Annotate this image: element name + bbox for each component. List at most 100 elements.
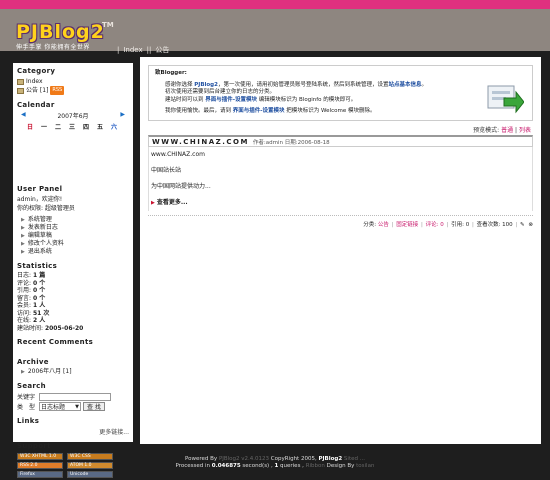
weekday-fri: 五 [96,124,103,131]
weekday-mon: 一 [40,124,47,131]
top-nav: | Index || 公告 [117,46,170,54]
search-title: Search [17,382,46,390]
arrow-icon: ▶ [21,369,25,375]
welcome-line-3: 建站时间可以到 界面与插件-设置模块 编辑模块标识为 Bloginfo 的模块即… [165,96,357,103]
post-header: WWW.CHINAZ.COM 作者:admin 日期:2006-08-18 [148,135,533,147]
arrow-icon: ▶ [151,200,155,206]
delete-icon[interactable]: ⊗ [528,222,533,228]
main-content: 致Blogger: 感谢你选择 PJBlog2，第一次使用，请用初始管理员账号登… [140,57,541,444]
logo-tm: TM [102,21,114,29]
support-title: Support [17,442,51,450]
views-count: 查看次数: 100 [476,222,513,228]
archive-item[interactable]: ▶ 2006年八月 [1] [17,368,129,376]
stat-row: 评论: 0 个 [17,279,46,287]
weekday-tue: 二 [54,124,61,131]
arrow-icon: ▶ [21,233,25,239]
weekday-wed: 三 [68,124,75,131]
logo-text: PJBlog2 [16,21,105,43]
post-meta: 作者:admin 日期:2006-08-18 [252,139,330,146]
mail-arrow-icon [487,85,524,114]
arrow-icon: ▶ [21,217,25,223]
stat-row: 建站时间: 2005-06-20 [17,324,84,332]
archive-title: Archive [17,358,49,366]
post-body: www.CHINAZ.com 中国站长站 为中国网站提供动力... ▶ 查看更多.… [148,147,533,211]
category-title: Category [17,67,56,75]
post-line: 为中国网站提供动力... [151,183,211,190]
permalink[interactable]: 固定链接 [396,222,418,228]
calendar-weekdays: 日 一 二 三 四 五 六 [17,122,129,131]
post-title[interactable]: WWW.CHINAZ.COM [152,138,249,146]
folder-icon [17,78,24,85]
calendar-grid [17,131,129,179]
calendar-header: ◀ 2007年6月 ▶ [17,111,129,120]
footer-line-1: Powered By PJBlog2 v2.4.0123 CopyRight 2… [185,456,365,462]
blog-post: WWW.CHINAZ.COM 作者:admin 日期:2006-08-18 ww… [148,135,533,285]
calendar-title: Calendar [17,101,55,109]
edit-icon[interactable]: ✎ [520,222,525,228]
menu-logout[interactable]: ▶ 退出系统 [17,248,129,256]
calendar-month: 2007年6月 [57,113,89,120]
stat-row: 引用: 0 个 [17,287,46,294]
view-mode-normal[interactable]: 普通 [501,127,513,134]
category-item-announcement[interactable]: 公告 [1] RSS [17,86,129,95]
user-panel-title: User Panel [17,185,63,193]
search-button[interactable]: 查 找 [83,402,105,411]
stat-row: 日志: 1 篇 [17,272,46,279]
post-category-link[interactable]: 公告 [378,222,389,228]
category-item-index[interactable]: Index [17,77,129,86]
read-more-link[interactable]: ▶ 查看更多... [151,199,530,207]
weekday-thu: 四 [82,124,89,131]
rss-badge[interactable]: RSS [50,86,65,95]
next-month-button[interactable]: ▶ [120,111,125,118]
stat-row: 访问: 51 次 [17,309,50,317]
sidebar: Category Index 公告 [1] RSS Calendar ◀ 200… [13,63,133,478]
search-type-row: 类 型 日志标题 ▼ 查 找 [17,402,129,411]
view-mode-list[interactable]: 列表 [519,127,531,134]
arrow-icon: ▶ [21,249,25,255]
search-input[interactable] [39,392,111,401]
post-footer: 分类: 公告 | 固定链接 | 评论: 0 | 引用: 0 | 查看次数: 10… [363,222,533,228]
search-keyword-label: 关键字 [17,394,36,401]
menu-edit-drafts[interactable]: ▶ 编辑草稿 [17,232,129,240]
top-accent-bar [0,0,550,9]
menu-new-post[interactable]: ▶ 发表新日志 [17,224,129,232]
firefox-badge[interactable]: Firefox [17,471,63,478]
welcome-line-2: 初次使用还需要到后台建立你的日志的分类。 [165,89,276,95]
stat-row: 留言: 0 个 [17,294,46,302]
unicode-badge[interactable]: Unicode [67,471,113,478]
comments-link[interactable]: 评论: 0 [426,222,444,228]
search-keyword-row: 关键字 [17,392,129,401]
welcome-box: 致Blogger: 感谢你选择 PJBlog2，第一次使用，请用初始管理员账号登… [148,65,533,121]
weekday-sat: 六 [110,124,117,131]
view-mode-switch: 预览模式: 普通 | 列表 [473,127,531,134]
site-footer: Powered By PJBlog2 v2.4.0123 CopyRight 2… [0,456,550,470]
menu-edit-profile[interactable]: ▶ 修改个人资料 [17,240,129,248]
footer-line-2: Processed in 0.046875 second(s) , 1 quer… [175,463,375,469]
statistics-list: 日志: 1 篇 评论: 0 个 引用: 0 个 留言: 0 个 会员: 1 人 … [17,272,129,332]
recent-comments-title: Recent Comments [17,338,94,346]
arrow-icon: ▶ [21,241,25,247]
user-greeting: admin，欢迎你! [17,196,63,203]
arrow-icon: ▶ [21,225,25,231]
more-links[interactable]: 更多链接... [17,427,129,436]
site-logo[interactable]: PJBlog2 TM [16,21,114,43]
prev-month-button[interactable]: ◀ [21,111,26,118]
module-settings-link-2[interactable]: 界面与插件-设置模块 [233,108,285,114]
links-title: Links [17,417,40,425]
search-type-select[interactable]: 日志标题 ▼ [39,402,81,411]
site-slogan: 伸手手掌 你能拥有全世界 [16,44,90,51]
site-info-link[interactable]: 站点基本信息 [388,82,421,88]
user-permission: 你的权限: 超级管理员 [17,205,75,212]
weekday-sun: 日 [26,124,33,131]
stat-row: 在线: 2 人 [17,317,46,324]
statistics-title: Statistics [17,262,58,270]
nav-announcement[interactable]: 公告 [155,46,169,54]
welcome-paragraph: 感谢你选择 PJBlog2，第一次使用，请用初始管理员账号登陆系统，然后到系统管… [165,81,427,88]
nav-index[interactable]: Index [123,46,142,54]
menu-system-admin[interactable]: ▶ 系统管理 [17,216,129,224]
welcome-heading: 致Blogger: [155,70,187,76]
welcome-line-4: 我你使用愉快。最后，请到 界面与插件-设置模块 把模块标识为 Welcome 模… [165,108,376,114]
refs-count: 引用: 0 [451,222,470,228]
module-settings-link[interactable]: 界面与插件-设置模块 [205,97,257,103]
brand-name: PJBlog2 [194,81,218,88]
